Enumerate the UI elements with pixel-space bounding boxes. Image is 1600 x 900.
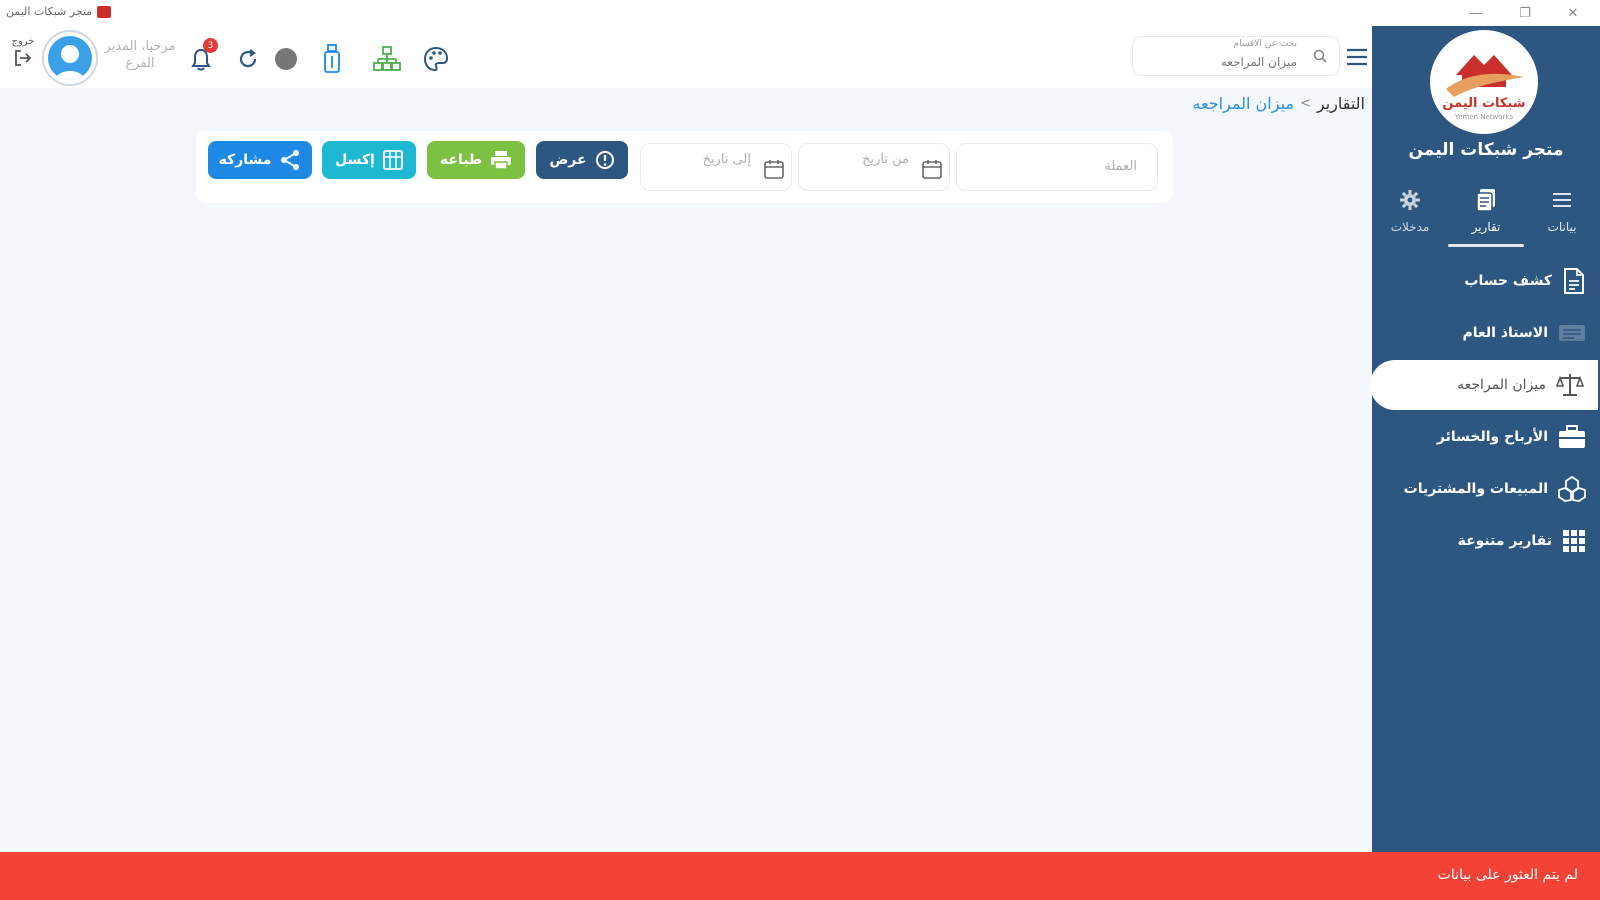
report-filter-panel: العملة من تاريخ إلى تاريخ عرض طباعه إكسل… [196,131,1173,203]
view-button-label: عرض [549,152,587,168]
share-button[interactable]: مشاركه [208,141,312,179]
breadcrumb-separator: > [1299,96,1311,111]
maximize-button[interactable]: ❐ [1505,2,1545,24]
store-name: متجر شبكات اليمن [1408,140,1564,160]
notification-badge: 3 [203,38,218,53]
gear-icon [1400,190,1420,210]
excel-button-label: إكسل [335,152,375,168]
ledger-icon [1559,325,1585,341]
print-button-label: طباعه [439,152,483,168]
sidebar-item-label: الاستاذ العام [1462,325,1549,341]
reports-icon [1476,189,1495,212]
usb-icon [324,44,340,73]
scale-icon [1556,374,1584,396]
tab-inputs-label: مدخلات [1390,220,1430,234]
search-icon [1313,49,1327,63]
status-message: لم يتم العثور على بيانات [1437,867,1578,883]
briefcase-icon [1559,425,1585,448]
theme-button[interactable] [421,44,451,74]
sidebar-item-sales-purchases[interactable]: المبيعات والمشتريات [1372,464,1600,514]
boxes-icon [1558,476,1586,502]
sidebar-item-general-ledger[interactable]: الاستاذ العام [1372,308,1600,358]
close-button[interactable]: ✕ [1553,2,1593,24]
to-date-field[interactable]: إلى تاريخ [640,143,792,191]
window-title-text: متجر شبكات اليمن [6,5,93,18]
tab-reports-label: تقارير [1471,220,1501,234]
top-toolbar: خروج مرحبا، المدير الفرع 3 بحث عن الاقسا… [0,26,1372,88]
store-logo: شبكات اليمن Yemen Networks [1430,30,1538,134]
logout-icon [15,50,32,66]
printer-icon [491,151,512,170]
status-dot-icon [275,48,297,70]
tab-data-label: بيانات [1547,220,1577,234]
logo-subtext: Yemen Networks [1454,113,1514,121]
greeting-line-1: مرحبا، المدير [104,39,176,54]
status-bar: لم يتم العثور على بيانات [0,852,1600,900]
avatar[interactable] [42,30,98,86]
breadcrumb: التقارير > ميزان المراجعه [1192,94,1365,113]
calendar-icon[interactable] [921,158,943,180]
active-tab-indicator [1448,244,1524,247]
user-greeting: مرحبا، المدير الفرع [100,38,180,72]
network-button[interactable] [372,44,402,74]
app-mini-logo-icon [97,5,112,18]
from-date-field[interactable]: من تاريخ [798,143,950,191]
sidebar-item-label: كشف حساب [1464,273,1552,289]
refresh-icon [239,49,257,68]
menu-toggle-button[interactable] [1344,44,1370,70]
info-icon [595,151,614,169]
calendar-icon[interactable] [763,158,785,180]
grid-icon [1563,530,1585,552]
search-hint: بحث عن الاقسام [1233,39,1297,49]
store-logo-icon: شبكات اليمن Yemen Networks [1442,55,1526,121]
sidebar-item-label: تقارير متنوعة [1457,533,1552,549]
sidebar-item-trial-balance[interactable]: ميزان المراجعه [1370,360,1598,410]
search-input[interactable]: بحث عن الاقسام ميزان المراجعه [1132,36,1340,76]
to-date-placeholder: إلى تاريخ [702,152,751,167]
sidebar-item-label: المبيعات والمشتريات [1403,481,1548,497]
window-title: متجر شبكات اليمن [6,5,112,18]
tab-reports[interactable]: تقارير [1448,182,1524,244]
hamburger-icon [1347,48,1367,66]
logo-text: شبكات اليمن [1442,96,1525,111]
view-button[interactable]: عرض [536,141,628,179]
logout-button[interactable]: خروج [6,36,40,71]
breadcrumb-current[interactable]: ميزان المراجعه [1192,94,1294,113]
tab-inputs[interactable]: مدخلات [1372,182,1448,244]
connection-status-button[interactable] [271,44,301,74]
currency-placeholder: العملة [1104,159,1137,174]
usb-button[interactable] [317,44,347,74]
sidebar-item-profit-loss[interactable]: الأرباح والخسائر [1372,412,1600,462]
minimize-button[interactable]: — [1456,2,1496,24]
tab-data[interactable]: بيانات [1524,182,1600,244]
currency-select[interactable]: العملة [956,143,1158,191]
network-icon [373,46,401,71]
breadcrumb-root[interactable]: التقارير [1317,94,1365,113]
share-button-label: مشاركه [218,152,272,168]
print-button[interactable]: طباعه [427,141,525,179]
sidebar-item-account-statement[interactable]: كشف حساب [1372,256,1600,306]
list-icon [1553,193,1571,207]
sidebar-item-label: ميزان المراجعه [1457,377,1546,393]
excel-export-button[interactable]: إكسل [322,141,416,179]
window-titlebar: متجر شبكات اليمن — ❐ ✕ [0,0,1600,26]
excel-icon [382,150,403,170]
search-value: ميزان المراجعه [1220,55,1297,69]
document-icon [1564,268,1584,294]
share-icon [281,150,300,170]
sidebar: شبكات اليمن Yemen Networks متجر شبكات ال… [1370,26,1600,852]
sidebar-item-misc-reports[interactable]: تقارير متنوعة [1372,516,1600,566]
greeting-line-2: الفرع [125,56,155,71]
sidebar-item-label: الأرباح والخسائر [1436,429,1548,445]
from-date-placeholder: من تاريخ [862,152,909,167]
notifications-button[interactable]: 3 [186,38,218,74]
user-avatar-icon [48,36,92,80]
refresh-button[interactable] [233,44,263,74]
logout-label: خروج [11,36,35,47]
palette-icon [423,46,449,72]
